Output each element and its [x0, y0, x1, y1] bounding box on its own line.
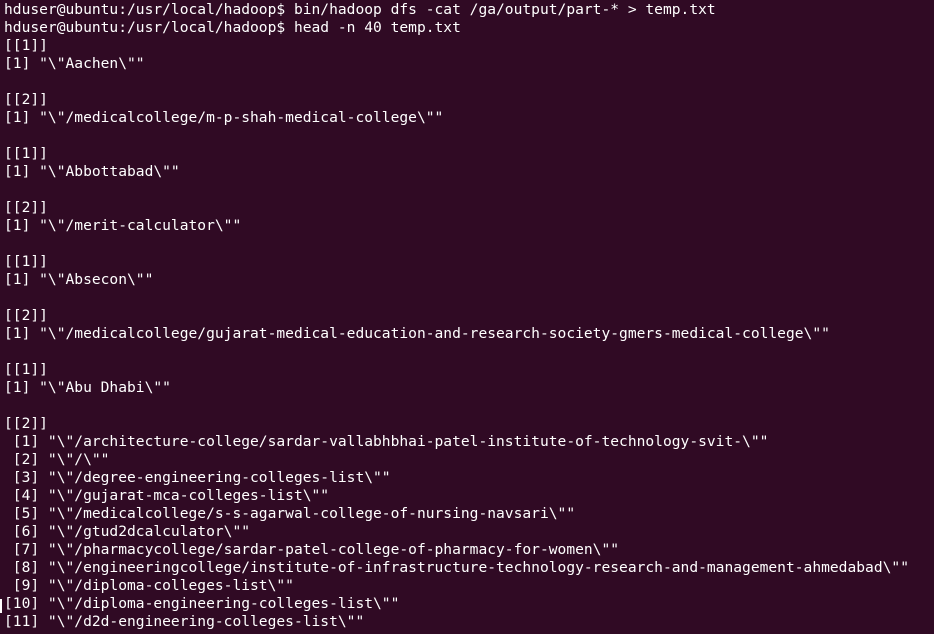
output-line: [11] "\"/d2d-engineering-colleges-list\"…: [4, 613, 365, 630]
terminal-output: hduser@ubuntu:/usr/local/hadoop$ bin/had…: [4, 1, 934, 631]
output-line: [5] "\"/medicalcollege/s-s-agarwal-colle…: [4, 505, 576, 522]
output-line: [[1]]: [4, 37, 48, 54]
output-line: [10] "\"/diploma-engineering-colleges-li…: [4, 595, 400, 612]
output-line: [1] "\"/architecture-college/sardar-vall…: [4, 433, 769, 450]
output-line: [[1]]: [4, 361, 48, 378]
output-line: [[1]]: [4, 145, 48, 162]
output-line: [1] "\"/merit-calculator\"": [4, 217, 242, 234]
command-prompt-line: hduser@ubuntu:/usr/local/hadoop$ bin/had…: [4, 1, 716, 18]
output-line: [6] "\"/gtud2dcalculator\"": [4, 523, 251, 540]
command-prompt-line: hduser@ubuntu:/usr/local/hadoop$ head -n…: [4, 19, 461, 36]
output-line: [[2]]: [4, 91, 48, 108]
output-line: [1] "\"/medicalcollege/m-p-shah-medical-…: [4, 109, 444, 126]
output-line: [2] "\"/\"": [4, 451, 110, 468]
output-line: [8] "\"/engineeringcollege/institute-of-…: [4, 559, 909, 576]
output-line: [9] "\"/diploma-colleges-list\"": [4, 577, 294, 594]
output-line: [[2]]: [4, 307, 48, 324]
output-line: [3] "\"/degree-engineering-colleges-list…: [4, 469, 391, 486]
output-line: [4] "\"/gujarat-mca-colleges-list\"": [4, 487, 330, 504]
output-line: [[2]]: [4, 415, 48, 432]
output-line: [1] "\"/medicalcollege/gujarat-medical-e…: [4, 325, 830, 342]
output-line: [[1]]: [4, 253, 48, 270]
output-line: [1] "\"Abbottabad\"": [4, 163, 180, 180]
terminal-window[interactable]: hduser@ubuntu:/usr/local/hadoop$ bin/had…: [0, 0, 934, 634]
output-line: [[2]]: [4, 199, 48, 216]
terminal-cursor: [0, 599, 2, 613]
output-line: [7] "\"/pharmacycollege/sardar-patel-col…: [4, 541, 620, 558]
output-line: [1] "\"Absecon\"": [4, 271, 154, 288]
output-line: [1] "\"Abu Dhabi\"": [4, 379, 171, 396]
output-line: [1] "\"Aachen\"": [4, 55, 145, 72]
